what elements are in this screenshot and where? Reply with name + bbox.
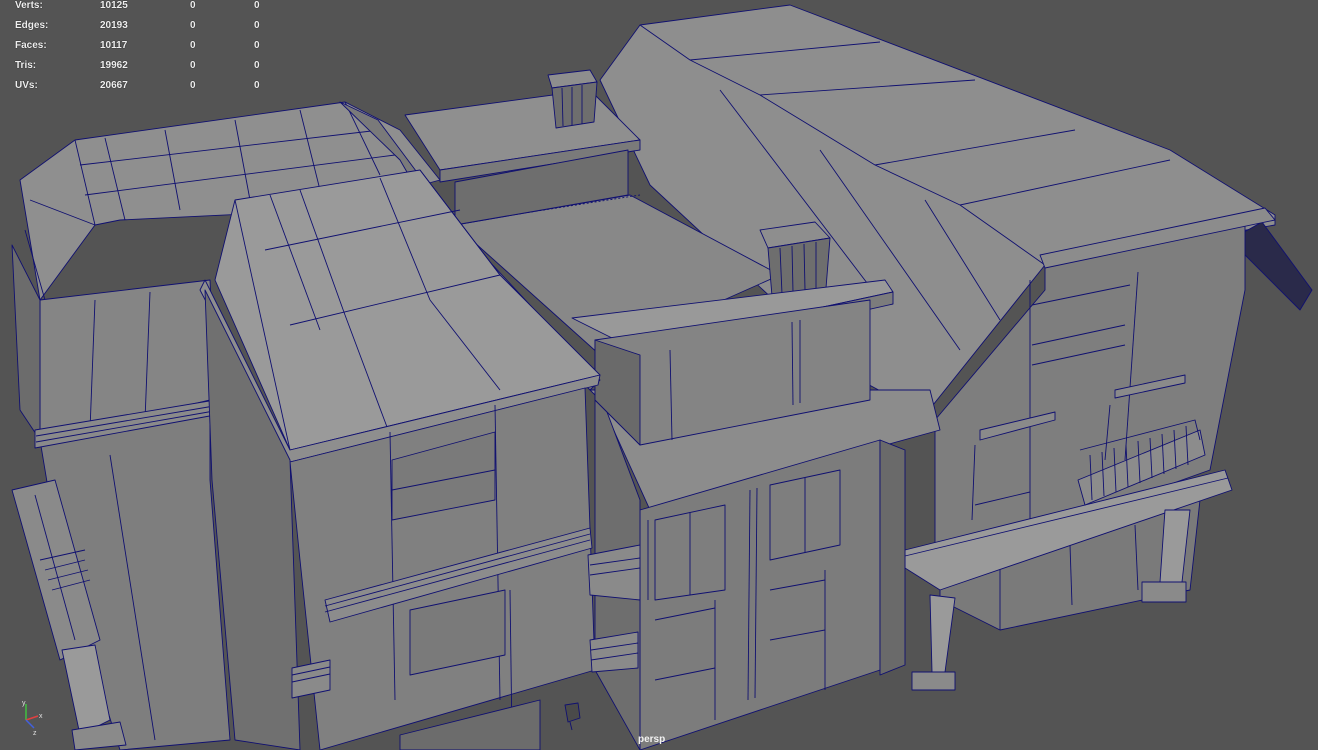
hud-label: Edges: xyxy=(15,20,49,31)
camera-name-label: persp xyxy=(638,734,666,745)
hud-value: 20667 xyxy=(100,80,128,91)
hud-value: 0 xyxy=(254,20,260,31)
axis-x-label: x xyxy=(39,713,43,720)
hud-value: 19962 xyxy=(100,60,128,71)
hud-label: Tris: xyxy=(15,60,37,71)
hud-value: 0 xyxy=(190,0,196,11)
hud-value: 0 xyxy=(254,40,260,51)
house-model[interactable] xyxy=(0,0,1318,750)
axis-y-label: y xyxy=(22,700,26,707)
hud-value: 0 xyxy=(254,60,260,71)
hud-value: 0 xyxy=(190,20,196,31)
axis-z-label: z xyxy=(33,730,37,736)
wall-lantern xyxy=(564,702,581,731)
hud-value: 0 xyxy=(254,0,260,11)
hud-value: 20193 xyxy=(100,20,128,31)
hud-label: Verts: xyxy=(15,0,43,11)
hud-label: UVs: xyxy=(15,80,38,91)
hud-value: 0 xyxy=(190,40,196,51)
hud-value: 0 xyxy=(254,80,260,91)
hud-value: 10117 xyxy=(100,40,128,51)
hud-label: Faces: xyxy=(15,40,47,51)
viewport-panel[interactable]: Verts: 10125 0 0 Edges: 20193 0 0 Faces:… xyxy=(0,0,1318,750)
hud-value: 0 xyxy=(190,60,196,71)
chimney-left xyxy=(547,69,598,129)
axis-gizmo-icon: y x z xyxy=(22,700,43,736)
hud-value: 0 xyxy=(190,80,196,91)
hud-value: 10125 xyxy=(100,0,128,11)
